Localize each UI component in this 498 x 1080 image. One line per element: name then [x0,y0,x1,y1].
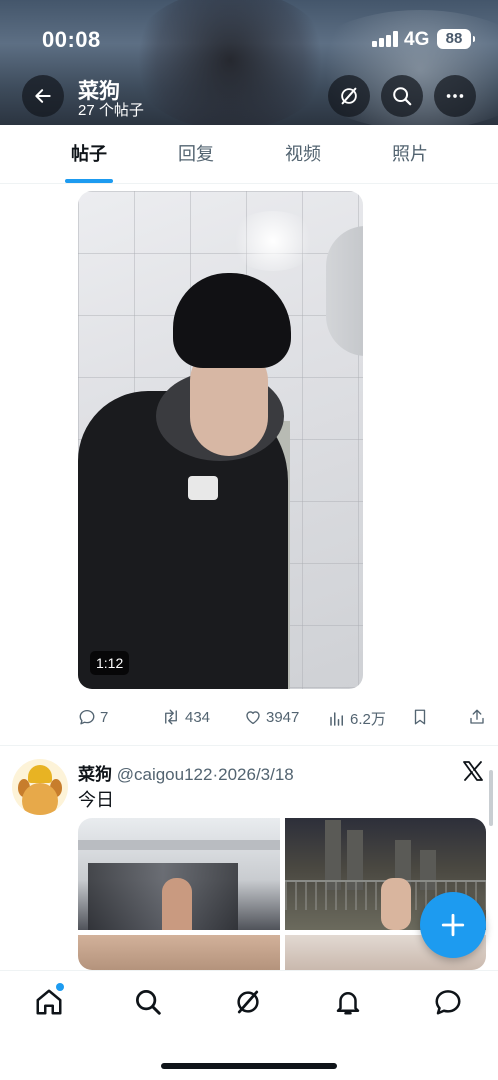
network-type: 4G [404,29,430,50]
post-text: 今日 [78,790,114,810]
back-arrow-icon [35,89,51,103]
like-button[interactable]: 3947 [244,708,299,726]
compose-icon [441,913,465,937]
profile-tabs: 帖子 回复 视频 照片 [0,125,498,184]
battery-icon: 88 [437,29,475,49]
video-thumbnail[interactable]: 1:12 [78,191,363,689]
active-tab-indicator [65,179,113,183]
photo-gym[interactable] [78,818,280,930]
share-button[interactable] [468,708,486,726]
video-duration: 1:12 [90,651,130,675]
post-date: 2026/3/18 [218,765,294,784]
author-name[interactable]: 菜狗 [78,765,112,784]
views-count: 6.2万 [350,711,386,728]
home-unread-dot [56,983,64,991]
reply-button[interactable]: 7 [78,708,108,726]
post-meta: 菜狗 @caigou122·2026/3/18 [78,760,294,785]
home-indicator [161,1063,337,1069]
repost-count: 434 [185,708,211,726]
more-icon [446,94,464,98]
explore-icon [136,990,161,1015]
notifications-icon [336,992,360,1015]
tab-photos[interactable]: 照片 [360,125,460,184]
scrollbar[interactable] [489,770,493,826]
compose-button[interactable] [420,892,486,958]
post-divider [0,745,498,746]
back-button[interactable] [22,75,64,117]
messages-icon [435,990,461,1015]
signal-icon [372,31,398,47]
more-button[interactable] [434,75,476,117]
author-handle[interactable]: @caigou122 [117,765,213,784]
like-count: 3947 [266,708,300,726]
grok-button[interactable] [328,75,370,117]
grok-icon [341,87,357,105]
bookmark-button[interactable] [411,708,429,726]
tab-videos[interactable]: 视频 [253,125,353,184]
bookmark-icon [414,709,426,725]
status-bar: 00:08 4G 88 [0,0,498,78]
post-actions: 7 434 3947 6.2万 [0,708,498,736]
search-button[interactable] [381,75,423,117]
repost-button[interactable]: 434 [161,708,210,726]
search-icon [393,87,412,106]
reply-count: 7 [100,708,109,726]
views-icon [330,711,343,726]
photo-grid [78,818,486,970]
like-icon [246,711,260,725]
tab-posts[interactable]: 帖子 [39,125,139,184]
status-time: 00:08 [42,27,101,52]
views-button[interactable]: 6.2万 [328,708,386,729]
nav-messages[interactable] [431,985,465,1019]
nav-grok[interactable] [231,985,265,1019]
grok-nav-icon [237,990,259,1014]
x-logo-icon [463,761,483,781]
tab-replies[interactable]: 回复 [146,125,246,184]
nav-explore[interactable] [131,985,165,1019]
share-icon [470,709,484,724]
post-count: 27 个帖子 [78,102,144,119]
nav-notifications[interactable] [331,985,365,1019]
avatar[interactable] [12,759,68,815]
repost-icon [165,709,177,725]
photo-selfie-1[interactable] [78,935,280,970]
reply-icon [79,709,95,725]
home-icon [36,989,62,1015]
